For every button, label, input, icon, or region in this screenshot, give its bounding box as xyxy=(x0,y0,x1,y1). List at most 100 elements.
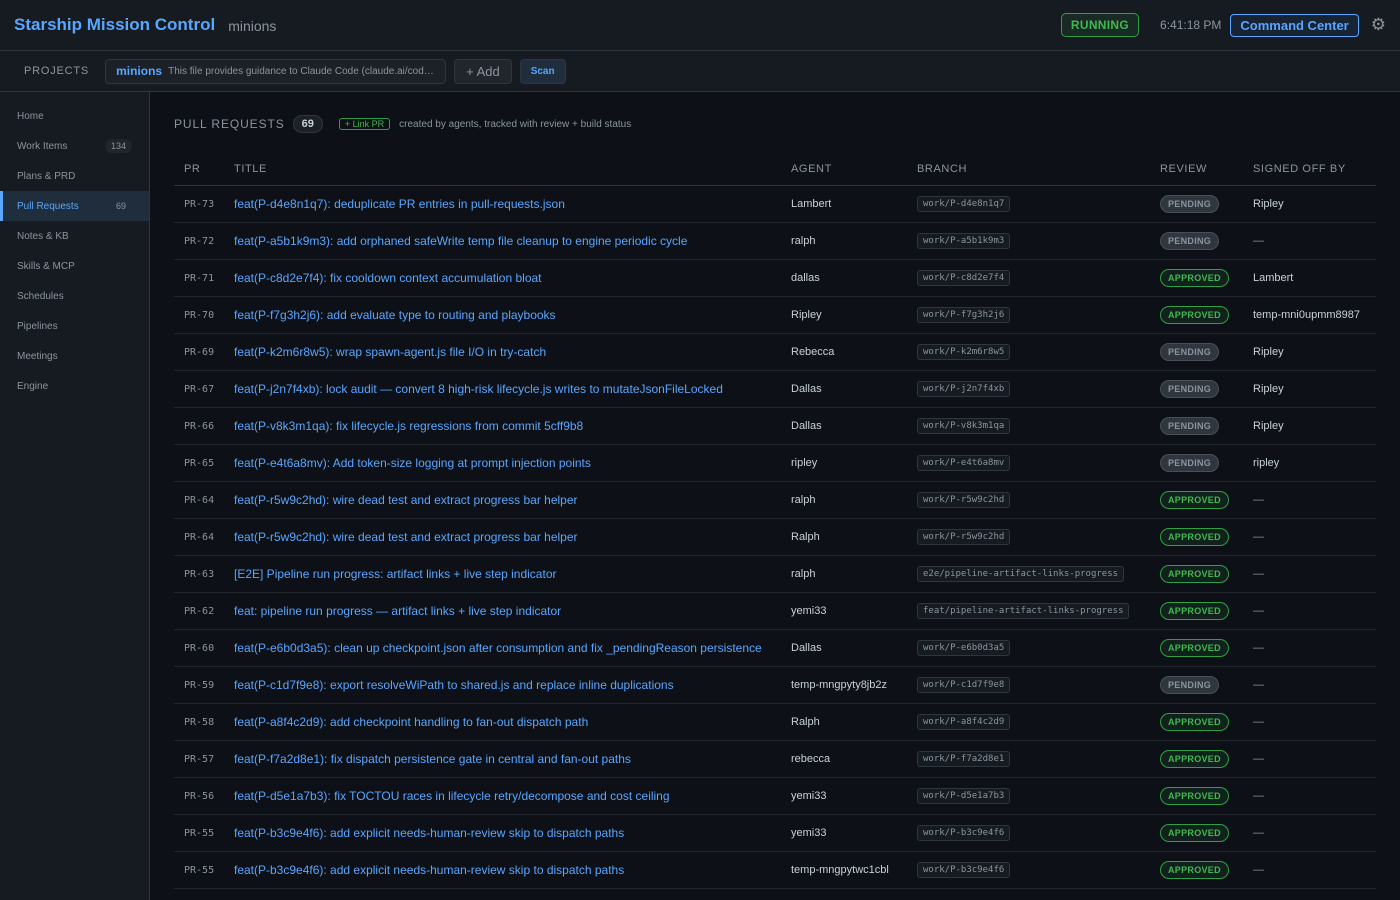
pr-title-link[interactable]: feat(P-b3c9e4f6): add explicit needs-hum… xyxy=(234,826,624,840)
sidebar-item-schedules[interactable]: Schedules xyxy=(0,281,149,311)
table-row[interactable]: PR-56 feat(P-d5e1a7b3): fix TOCTOU races … xyxy=(174,777,1376,815)
pr-title-link[interactable]: feat(P-v8k3m1qa): fix lifecycle.js regre… xyxy=(234,419,583,433)
review-status-badge: APPROVED xyxy=(1160,823,1229,842)
sidebar-item-label: Pull Requests xyxy=(17,200,79,212)
column-header-agent[interactable]: AGENT xyxy=(781,153,907,186)
column-header-branch[interactable]: BRANCH xyxy=(907,153,1150,186)
pr-title-link[interactable]: feat(P-r5w9c2hd): wire dead test and ext… xyxy=(234,530,578,544)
pr-title-link[interactable]: feat(P-d5e1a7b3): fix TOCTOU races in li… xyxy=(234,789,670,803)
pr-id: PR-65 xyxy=(184,457,215,469)
table-row[interactable]: PR-57 feat(P-f7a2d8e1): fix dispatch pers… xyxy=(174,740,1376,778)
scan-button[interactable]: Scan xyxy=(519,58,566,84)
sidebar-item-meetings[interactable]: Meetings xyxy=(0,341,149,371)
sidebar-item-skills[interactable]: Skills & MCP xyxy=(0,251,149,281)
pr-title-link[interactable]: feat(P-j2n7f4xb): lock audit — convert 8… xyxy=(234,382,723,396)
sidebar-item-home[interactable]: Home xyxy=(0,101,149,131)
sidebar-item-label: Schedules xyxy=(17,290,64,302)
command-center-button[interactable]: Command Center xyxy=(1230,13,1359,37)
column-header-pr[interactable]: PR xyxy=(174,153,224,186)
signed-cell: — xyxy=(1243,703,1376,741)
sidebar-item-pull-requests[interactable]: Pull Requests 69 xyxy=(0,191,149,221)
signed-off-by: — xyxy=(1253,604,1264,617)
table-row[interactable]: PR-65 feat(P-e4t6a8mv): Add token-size lo… xyxy=(174,444,1376,482)
pr-title-link[interactable]: feat(P-a5b1k9m3): add orphaned safeWrite… xyxy=(234,234,687,248)
pr-title-link[interactable]: feat(P-c8d2e7f4): fix cooldown context a… xyxy=(234,271,542,285)
agent-cell: ralph xyxy=(781,481,907,519)
sidebar-item-engine[interactable]: Engine xyxy=(0,371,149,401)
table-row[interactable]: PR-59 feat(P-c1d7f9e8): export resolveWiP… xyxy=(174,666,1376,704)
table-row[interactable]: PR-69 feat(P-k2m6r8w5): wrap spawn-agent.… xyxy=(174,333,1376,371)
signed-cell: — xyxy=(1243,629,1376,667)
column-header-signed-off[interactable]: SIGNED OFF BY xyxy=(1243,153,1376,186)
gear-icon[interactable]: ⚙ xyxy=(1371,15,1386,35)
layout: Home Work Items 134 Plans & PRD Pull Requ… xyxy=(0,92,1400,900)
branch-tag: feat/pipeline-artifact-links-progress xyxy=(917,602,1130,619)
signed-off-by: Ripley xyxy=(1253,197,1284,210)
table-row[interactable]: PR-55 feat(P-b3c9e4f6): add explicit need… xyxy=(174,851,1376,889)
review-cell: APPROVED xyxy=(1150,259,1243,297)
table-body: PR-73 feat(P-d4e8n1q7): deduplicate PR en… xyxy=(174,185,1376,889)
column-header-title[interactable]: TITLE xyxy=(224,153,781,186)
pr-title-link[interactable]: feat(P-e4t6a8mv): Add token-size logging… xyxy=(234,456,591,470)
signed-cell: — xyxy=(1243,814,1376,852)
sidebar-item-notes[interactable]: Notes & KB xyxy=(0,221,149,251)
pr-id: PR-70 xyxy=(184,309,215,321)
pr-title-link[interactable]: feat(P-k2m6r8w5): wrap spawn-agent.js fi… xyxy=(234,345,546,359)
branch-tag: work/P-e6b0d3a5 xyxy=(917,639,1011,656)
agent-name: Lambert xyxy=(791,197,832,210)
pr-title-link[interactable]: feat(P-r5w9c2hd): wire dead test and ext… xyxy=(234,493,578,507)
pr-title-link[interactable]: feat(P-f7g3h2j6): add evaluate type to r… xyxy=(234,308,556,322)
sidebar: Home Work Items 134 Plans & PRD Pull Requ… xyxy=(0,92,150,900)
pr-title-link[interactable]: [E2E] Pipeline run progress: artifact li… xyxy=(234,567,557,581)
table-row[interactable]: PR-72 feat(P-a5b1k9m3): add orphaned safe… xyxy=(174,222,1376,260)
pr-id: PR-64 xyxy=(184,494,215,506)
pr-title-link[interactable]: feat(P-d4e8n1q7): deduplicate PR entries… xyxy=(234,197,565,211)
sidebar-item-label: Meetings xyxy=(17,350,58,362)
agent-cell: Dallas xyxy=(781,407,907,445)
table-row[interactable]: PR-64 feat(P-r5w9c2hd): wire dead test an… xyxy=(174,518,1376,556)
table-row[interactable]: PR-70 feat(P-f7g3h2j6): add evaluate type… xyxy=(174,296,1376,334)
table-row[interactable]: PR-58 feat(P-a8f4c2d9): add checkpoint ha… xyxy=(174,703,1376,741)
pr-title-link[interactable]: feat(P-b3c9e4f6): add explicit needs-hum… xyxy=(234,863,624,877)
app-subtitle: minions xyxy=(228,18,277,34)
add-project-button[interactable]: + Add xyxy=(454,58,512,84)
table-row[interactable]: PR-64 feat(P-r5w9c2hd): wire dead test an… xyxy=(174,481,1376,519)
table-row[interactable]: PR-55 feat(P-b3c9e4f6): add explicit need… xyxy=(174,814,1376,852)
branch-cell: work/P-d5e1a7b3 xyxy=(907,777,1150,815)
review-cell: PENDING xyxy=(1150,222,1243,260)
signed-off-by: temp-mni0upmm8987 xyxy=(1253,308,1360,321)
pr-title-link[interactable]: feat(P-f7a2d8e1): fix dispatch persisten… xyxy=(234,752,631,766)
column-header-review[interactable]: REVIEW xyxy=(1150,153,1243,186)
agent-name: ralph xyxy=(791,234,816,247)
pr-title-link[interactable]: feat(P-a8f4c2d9): add checkpoint handlin… xyxy=(234,715,588,729)
sidebar-item-plans[interactable]: Plans & PRD xyxy=(0,161,149,191)
agent-cell: Dallas xyxy=(781,629,907,667)
review-status-badge: PENDING xyxy=(1160,194,1220,213)
title-cell: feat(P-r5w9c2hd): wire dead test and ext… xyxy=(224,481,781,519)
table-row[interactable]: PR-67 feat(P-j2n7f4xb): lock audit — conv… xyxy=(174,370,1376,408)
table-row[interactable]: PR-63 [E2E] Pipeline run progress: artifa… xyxy=(174,555,1376,593)
branch-cell: work/P-f7g3h2j6 xyxy=(907,296,1150,334)
clock: 6:41:18 PM xyxy=(1160,18,1222,32)
signed-cell: — xyxy=(1243,740,1376,778)
table-row[interactable]: PR-66 feat(P-v8k3m1qa): fix lifecycle.js … xyxy=(174,407,1376,445)
table-row[interactable]: PR-71 feat(P-c8d2e7f4): fix cooldown cont… xyxy=(174,259,1376,297)
sidebar-item-work-items[interactable]: Work Items 134 xyxy=(0,131,149,161)
pr-title-link[interactable]: feat(P-e6b0d3a5): clean up checkpoint.js… xyxy=(234,641,762,655)
section-title: PULL REQUESTS xyxy=(174,117,285,131)
pr-title-link[interactable]: feat: pipeline run progress — artifact l… xyxy=(234,604,561,618)
agent-name: ralph xyxy=(791,493,816,506)
project-selector[interactable]: minions This file provides guidance to C… xyxy=(105,58,447,84)
agent-name: Ralph xyxy=(791,530,820,543)
link-pr-button[interactable]: + Link PR xyxy=(338,118,391,130)
table-row[interactable]: PR-62 feat: pipeline run progress — artif… xyxy=(174,592,1376,630)
table-row[interactable]: PR-60 feat(P-e6b0d3a5): clean up checkpoi… xyxy=(174,629,1376,667)
agent-cell: Ralph xyxy=(781,518,907,556)
review-cell: PENDING xyxy=(1150,333,1243,371)
review-cell: APPROVED xyxy=(1150,703,1243,741)
pr-title-link[interactable]: feat(P-c1d7f9e8): export resolveWiPath t… xyxy=(234,678,674,692)
sidebar-item-pipelines[interactable]: Pipelines xyxy=(0,311,149,341)
review-status-badge: PENDING xyxy=(1160,342,1220,361)
signed-off-by: — xyxy=(1253,567,1264,580)
table-row[interactable]: PR-73 feat(P-d4e8n1q7): deduplicate PR en… xyxy=(174,185,1376,223)
